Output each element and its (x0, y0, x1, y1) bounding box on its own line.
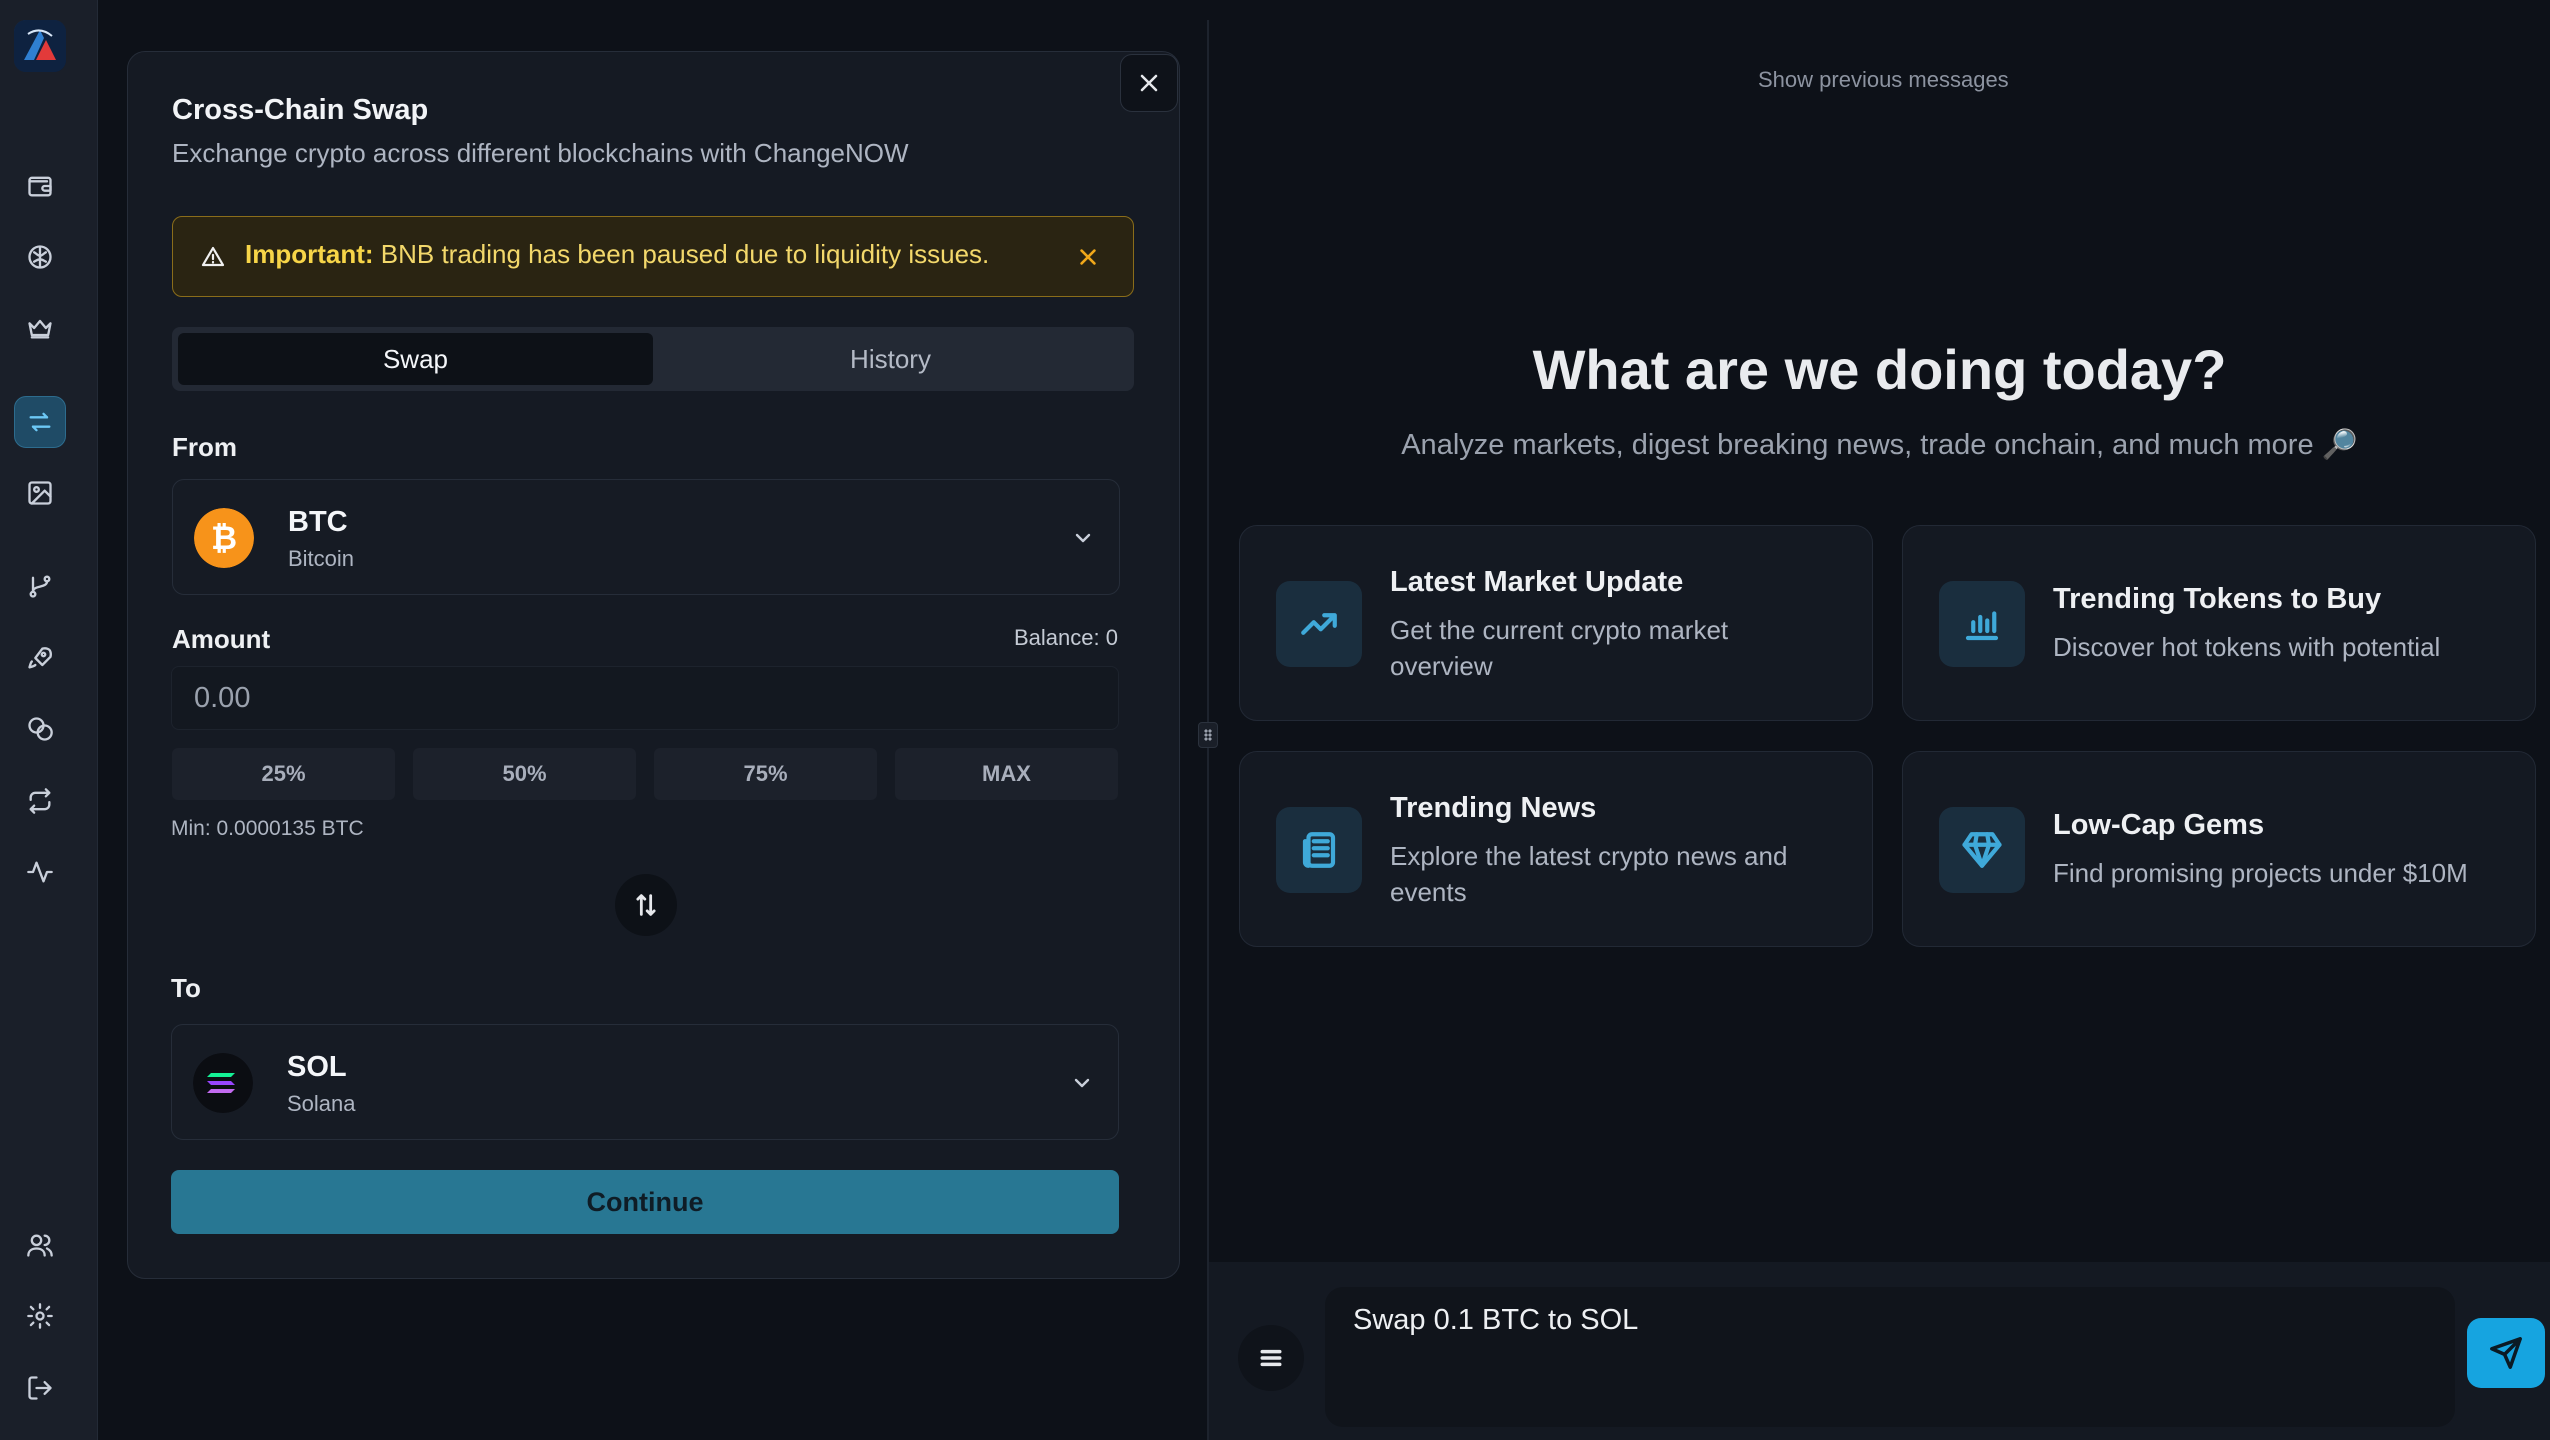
continue-button[interactable]: Continue (171, 1170, 1119, 1234)
max-button[interactable]: MAX (895, 748, 1118, 800)
from-label: From (172, 432, 237, 462)
app-logo[interactable] (14, 20, 66, 72)
hero-title: What are we doing today? (1532, 338, 2227, 401)
card-title: Latest Market Update (1390, 566, 1684, 598)
swap-arrows-icon (29, 412, 51, 432)
amount-input[interactable]: 0.00 (171, 666, 1119, 730)
alert-strong: Important: (245, 239, 374, 269)
min-amount-text: Min: 0.0000135 BTC (171, 817, 364, 840)
sidebar-item-coins[interactable] (14, 703, 66, 755)
to-coin-select[interactable]: SOL Solana (171, 1024, 1119, 1140)
bitcoin-icon: ₿ (194, 508, 254, 568)
dismiss-alert-button[interactable] (1073, 242, 1103, 272)
sidebar-item-swap[interactable] (14, 396, 66, 448)
message-input[interactable]: Swap 0.1 BTC to SOL (1325, 1287, 2455, 1427)
crown-icon (28, 319, 52, 339)
activity-icon (27, 861, 53, 883)
swap-tabs: Swap History (172, 327, 1134, 391)
balance-text: Balance: 0 (1014, 625, 1118, 650)
grip-icon (1204, 729, 1212, 741)
swap-vertical-icon (636, 894, 656, 916)
menu-icon (1260, 1349, 1282, 1367)
wallet-icon (28, 176, 52, 197)
sidebar-item-settings[interactable] (14, 1290, 66, 1342)
panel-subtitle: Exchange crypto across different blockch… (172, 138, 909, 168)
sidebar-item-wallet[interactable] (14, 160, 66, 212)
card-title: Trending Tokens to Buy (2053, 583, 2382, 615)
card-description: Explore the latest crypto news and event… (1390, 841, 1788, 907)
newspaper-icon (1276, 807, 1362, 893)
trending-up-icon (1276, 581, 1362, 667)
logout-icon (28, 1376, 52, 1400)
tab-swap[interactable]: Swap (178, 333, 653, 385)
to-coin-name: Solana (287, 1091, 356, 1116)
alert-message: Important: BNB trading has been paused d… (245, 239, 989, 270)
warning-icon (201, 245, 225, 269)
gem-icon (1939, 807, 2025, 893)
repeat-icon (29, 788, 51, 814)
card-description: Find promising projects under $10M (2053, 858, 2468, 888)
suggestion-card-trending-news[interactable]: Trending News Explore the latest crypto … (1239, 751, 1873, 947)
users-icon (27, 1234, 53, 1257)
sidebar-item-users[interactable] (14, 1219, 66, 1271)
suggestion-card-trending-tokens[interactable]: Trending Tokens to Buy Discover hot toke… (1902, 525, 2536, 721)
to-coin-symbol: SOL (287, 1051, 347, 1083)
to-label: To (171, 973, 201, 1003)
percent-50-button[interactable]: 50% (413, 748, 636, 800)
send-button[interactable] (2467, 1318, 2545, 1388)
percent-75-button[interactable]: 75% (654, 748, 877, 800)
solana-icon (193, 1053, 253, 1113)
show-previous-messages-link[interactable]: Show previous messages (1758, 67, 2009, 93)
card-title: Low-Cap Gems (2053, 809, 2265, 841)
suggestion-card-market-update[interactable]: Latest Market Update Get the current cry… (1239, 525, 1873, 721)
resize-handle[interactable] (1198, 722, 1218, 748)
card-title: Trending News (1390, 792, 1597, 824)
sidebar-item-brain[interactable] (14, 231, 66, 283)
from-coin-select[interactable]: ₿ BTC Bitcoin (172, 479, 1120, 595)
from-coin-symbol: BTC (288, 506, 348, 538)
hero-subtitle: Analyze markets, digest breaking news, t… (1401, 429, 2358, 461)
app-root: Cross-Chain Swap Exchange crypto across … (0, 0, 2550, 1440)
sidebar-item-images[interactable] (14, 467, 66, 519)
git-branch-icon (29, 575, 51, 598)
percent-25-button[interactable]: 25% (172, 748, 395, 800)
card-description: Discover hot tokens with potential (2053, 632, 2441, 662)
coins-icon (28, 717, 53, 741)
close-icon (1080, 249, 1096, 265)
sidebar-item-launch[interactable] (14, 632, 66, 684)
sidebar (0, 0, 98, 1440)
alert-text: BNB trading has been paused due to liqui… (373, 239, 990, 269)
panel-title: Cross-Chain Swap (172, 94, 429, 126)
tab-history[interactable]: History (653, 333, 1128, 385)
logo-mark-icon (14, 20, 66, 72)
close-icon (1140, 74, 1158, 92)
close-panel-button[interactable] (1120, 54, 1178, 112)
brain-icon (28, 245, 52, 269)
rocket-icon (28, 647, 52, 669)
from-coin-name: Bitcoin (288, 546, 355, 571)
sidebar-item-branch[interactable] (14, 560, 66, 612)
sidebar-item-crown[interactable] (14, 302, 66, 354)
suggestion-card-low-cap-gems[interactable]: Low-Cap Gems Find promising projects und… (1902, 751, 2536, 947)
flip-direction-button[interactable] (615, 874, 677, 936)
sidebar-item-repeat[interactable] (14, 775, 66, 827)
bar-chart-icon (1939, 581, 2025, 667)
composer-menu-button[interactable] (1238, 1325, 1304, 1391)
send-icon (2490, 1337, 2522, 1369)
image-icon (28, 481, 52, 505)
sidebar-item-activity[interactable] (14, 846, 66, 898)
settings-icon (27, 1303, 53, 1329)
card-description: Get the current crypto market overview (1390, 615, 1729, 681)
chevron-down-icon (1071, 526, 1095, 550)
amount-label: Amount (172, 624, 271, 654)
svg-text:₿: ₿ (211, 520, 237, 556)
chevron-down-icon (1070, 1071, 1094, 1095)
bnb-paused-alert: Important: BNB trading has been paused d… (172, 216, 1134, 297)
sidebar-item-logout[interactable] (14, 1362, 66, 1414)
